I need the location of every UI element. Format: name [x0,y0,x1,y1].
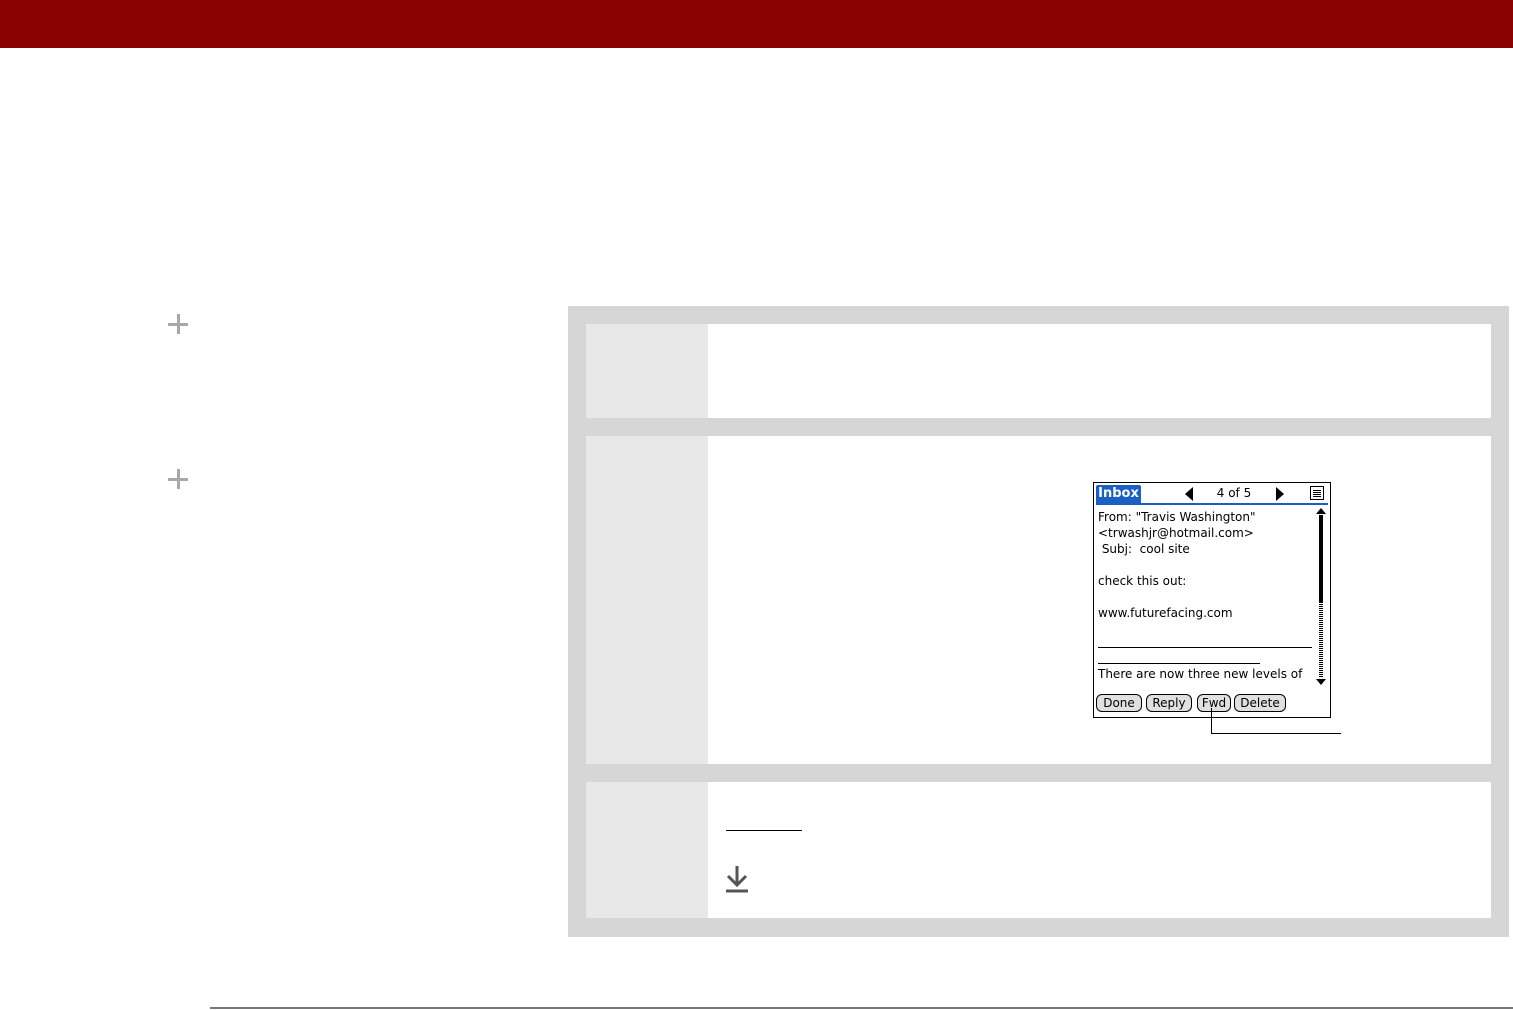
callout-line [1211,708,1212,734]
scrollbar-thumb[interactable] [1319,515,1323,603]
step-number-cell [586,324,708,418]
delete-button[interactable]: Delete [1234,694,1286,712]
plus-icon [166,467,190,491]
step-number-cell [586,436,708,764]
step-1 [586,324,1491,418]
steps-panel: Inbox 4 of 5 From: "Travis Washington" <t… [568,306,1509,937]
message-line: <trwashjr@hotmail.com> [1098,526,1254,540]
message-line: Subj: cool site [1098,542,1190,556]
download-arrow-icon[interactable] [724,864,750,894]
divider [1098,663,1260,664]
header-bar [0,0,1513,48]
footer-rule [210,1007,1513,1009]
step-content [708,324,1491,418]
step-content [708,782,1491,918]
reply-button[interactable]: Reply [1146,694,1192,712]
message-line: www.futurefacing.com [1098,606,1233,620]
step-number-cell [586,782,708,918]
message-body: From: "Travis Washington" <trwashjr@hotma… [1098,509,1310,621]
message-line [1098,589,1310,605]
app-tab[interactable]: Inbox [1096,485,1141,503]
title-rule [1096,503,1328,505]
step-content: Inbox 4 of 5 From: "Travis Washington" <t… [708,436,1491,764]
callout-line [1211,733,1341,734]
scrollbar-track[interactable] [1319,603,1323,677]
menu-icon[interactable] [1310,486,1324,500]
step-2: Inbox 4 of 5 From: "Travis Washington" <t… [586,436,1491,764]
scroll-up-arrow-icon[interactable] [1316,508,1326,514]
fwd-button[interactable]: Fwd [1197,694,1231,712]
previous-arrow-icon[interactable] [1185,487,1193,501]
step-3 [586,782,1491,918]
plus-icon [166,312,190,336]
message-line [1098,557,1310,573]
message-counter: 4 of 5 [1216,486,1252,500]
message-line: check this out: [1098,574,1187,588]
message-line: From: "Travis Washington" [1098,510,1256,524]
scroll-down-arrow-icon[interactable] [1316,679,1326,685]
divider [1098,647,1312,648]
handheld-screen: Inbox 4 of 5 From: "Travis Washington" <t… [1093,482,1331,718]
next-arrow-icon[interactable] [1276,487,1284,501]
link-underline[interactable] [726,830,802,831]
message-line: There are now three new levels of [1098,667,1303,681]
device-title-bar: Inbox 4 of 5 [1094,483,1330,505]
done-button[interactable]: Done [1096,694,1142,712]
